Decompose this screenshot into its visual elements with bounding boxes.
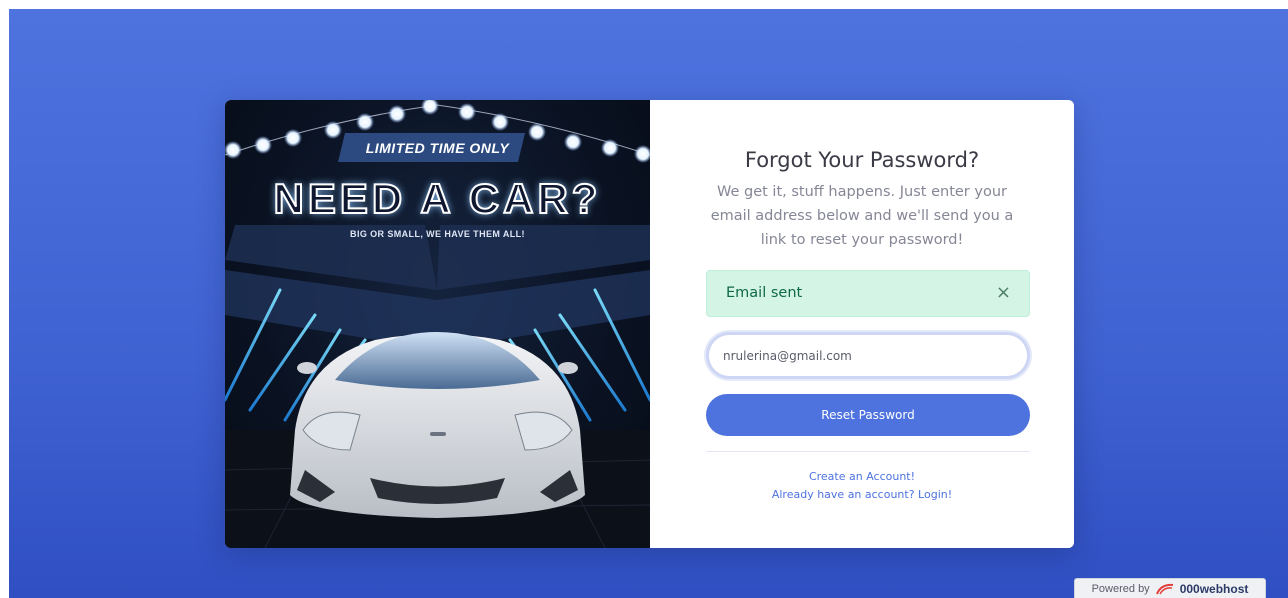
email-input[interactable] — [706, 332, 1030, 379]
promo-headline: NEED A CAR? — [273, 174, 602, 223]
forgot-password-card: LIMITED TIME ONLY NEED A CAR? BIG OR SMA… — [225, 100, 1074, 548]
car-promo-illustration — [225, 100, 650, 548]
success-alert: Email sent × — [706, 270, 1030, 317]
form-panel: Forgot Your Password? We get it, stuff h… — [650, 100, 1074, 548]
divider — [706, 451, 1030, 452]
car-graphic — [290, 332, 585, 518]
powered-by-badge[interactable]: Powered by 000webhost — [1074, 578, 1266, 598]
reset-password-button[interactable]: Reset Password — [706, 394, 1030, 436]
limited-time-badge: LIMITED TIME ONLY — [365, 140, 510, 156]
powered-by-label: Powered by — [1091, 582, 1150, 595]
alert-message: Email sent — [726, 285, 803, 301]
page-subtitle: We get it, stuff happens. Just enter you… — [710, 184, 1014, 248]
promo-image: LIMITED TIME ONLY NEED A CAR? BIG OR SMA… — [225, 100, 650, 548]
create-account-link[interactable]: Create an Account! — [650, 470, 1074, 483]
webhost-logo-icon — [1155, 583, 1173, 594]
promo-tagline: BIG OR SMALL, WE HAVE THEM ALL! — [350, 229, 525, 239]
powered-by-brand: 000webhost — [1179, 581, 1249, 596]
login-link[interactable]: Already have an account? Login! — [650, 488, 1074, 501]
close-icon[interactable]: × — [996, 283, 1011, 303]
page-title: Forgot Your Password? — [744, 148, 980, 172]
